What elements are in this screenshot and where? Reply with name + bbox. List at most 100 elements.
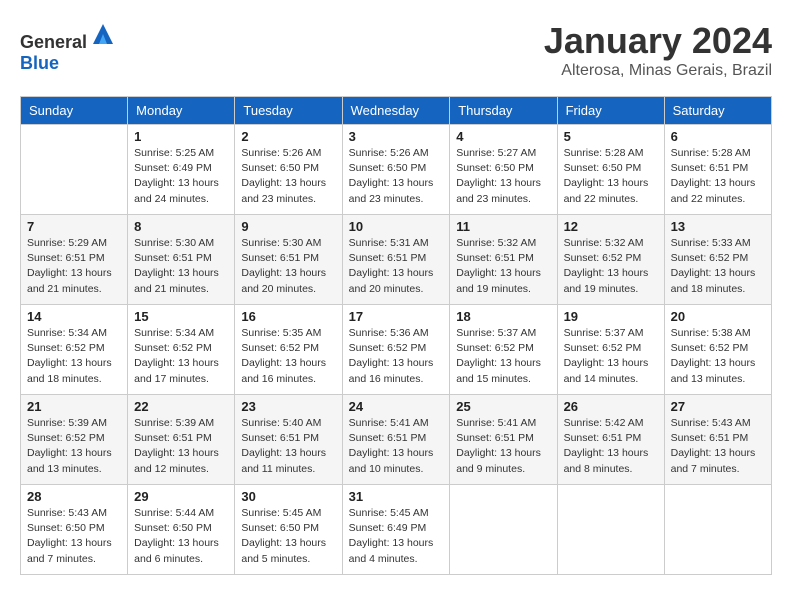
column-header-tuesday: Tuesday bbox=[235, 97, 342, 125]
logo: General Blue bbox=[20, 20, 117, 74]
calendar-cell: 27 Sunrise: 5:43 AMSunset: 6:51 PMDayligh… bbox=[664, 395, 771, 485]
calendar-cell: 7Sunrise: 5:29 AMSunset: 6:51 PMDaylight… bbox=[21, 215, 128, 305]
calendar-header-row: SundayMondayTuesdayWednesdayThursdayFrid… bbox=[21, 97, 772, 125]
calendar-cell: 15 Sunrise: 5:34 AMSunset: 6:52 PMDayligh… bbox=[128, 305, 235, 395]
day-number: 13 bbox=[671, 219, 765, 234]
day-number: 8 bbox=[134, 219, 228, 234]
day-info: Sunrise: 5:32 AMSunset: 6:51 PMDaylight:… bbox=[456, 236, 550, 297]
day-number: 17 bbox=[349, 309, 444, 324]
calendar-cell: 14 Sunrise: 5:34 AMSunset: 6:52 PMDayligh… bbox=[21, 305, 128, 395]
title-area: January 2024 Alterosa, Minas Gerais, Bra… bbox=[544, 20, 772, 80]
logo-text: General Blue bbox=[20, 20, 117, 74]
calendar-cell: 4 Sunrise: 5:27 AMSunset: 6:50 PMDaylight… bbox=[450, 125, 557, 215]
calendar-cell: 3 Sunrise: 5:26 AMSunset: 6:50 PMDaylight… bbox=[342, 125, 450, 215]
calendar-cell: 24 Sunrise: 5:41 AMSunset: 6:51 PMDayligh… bbox=[342, 395, 450, 485]
day-info: Sunrise: 5:40 AMSunset: 6:51 PMDaylight:… bbox=[241, 416, 335, 477]
location-subtitle: Alterosa, Minas Gerais, Brazil bbox=[544, 62, 772, 80]
calendar-cell: 23 Sunrise: 5:40 AMSunset: 6:51 PMDayligh… bbox=[235, 395, 342, 485]
calendar-cell: 6 Sunrise: 5:28 AMSunset: 6:51 PMDaylight… bbox=[664, 125, 771, 215]
day-number: 11 bbox=[456, 219, 550, 234]
day-number: 16 bbox=[241, 309, 335, 324]
day-info: Sunrise: 5:45 AMSunset: 6:49 PMDaylight:… bbox=[349, 506, 444, 567]
day-number: 12 bbox=[564, 219, 658, 234]
month-year-title: January 2024 bbox=[544, 20, 772, 62]
day-info: Sunrise: 5:25 AMSunset: 6:49 PMDaylight:… bbox=[134, 146, 228, 207]
calendar-cell bbox=[21, 125, 128, 215]
day-number: 20 bbox=[671, 309, 765, 324]
day-info: Sunrise: 5:45 AMSunset: 6:50 PMDaylight:… bbox=[241, 506, 335, 567]
day-info: Sunrise: 5:27 AMSunset: 6:50 PMDaylight:… bbox=[456, 146, 550, 207]
day-number: 27 bbox=[671, 399, 765, 414]
calendar-cell bbox=[450, 485, 557, 575]
calendar-table: SundayMondayTuesdayWednesdayThursdayFrid… bbox=[20, 96, 772, 575]
day-info: Sunrise: 5:33 AMSunset: 6:52 PMDaylight:… bbox=[671, 236, 765, 297]
day-info: Sunrise: 5:32 AMSunset: 6:52 PMDaylight:… bbox=[564, 236, 658, 297]
logo-blue: Blue bbox=[20, 53, 59, 73]
day-info: Sunrise: 5:35 AMSunset: 6:52 PMDaylight:… bbox=[241, 326, 335, 387]
day-number: 4 bbox=[456, 129, 550, 144]
day-number: 3 bbox=[349, 129, 444, 144]
column-header-monday: Monday bbox=[128, 97, 235, 125]
day-info: Sunrise: 5:31 AMSunset: 6:51 PMDaylight:… bbox=[349, 236, 444, 297]
day-info: Sunrise: 5:38 AMSunset: 6:52 PMDaylight:… bbox=[671, 326, 765, 387]
day-number: 22 bbox=[134, 399, 228, 414]
day-info: Sunrise: 5:41 AMSunset: 6:51 PMDaylight:… bbox=[456, 416, 550, 477]
calendar-cell: 30Sunrise: 5:45 AMSunset: 6:50 PMDayligh… bbox=[235, 485, 342, 575]
calendar-cell: 17 Sunrise: 5:36 AMSunset: 6:52 PMDayligh… bbox=[342, 305, 450, 395]
calendar-cell: 31 Sunrise: 5:45 AMSunset: 6:49 PMDayligh… bbox=[342, 485, 450, 575]
day-number: 6 bbox=[671, 129, 765, 144]
calendar-cell: 1Sunrise: 5:25 AMSunset: 6:49 PMDaylight… bbox=[128, 125, 235, 215]
day-info: Sunrise: 5:42 AMSunset: 6:51 PMDaylight:… bbox=[564, 416, 658, 477]
calendar-cell: 19Sunrise: 5:37 AMSunset: 6:52 PMDayligh… bbox=[557, 305, 664, 395]
day-info: Sunrise: 5:44 AMSunset: 6:50 PMDaylight:… bbox=[134, 506, 228, 567]
day-info: Sunrise: 5:43 AMSunset: 6:51 PMDaylight:… bbox=[671, 416, 765, 477]
day-info: Sunrise: 5:30 AMSunset: 6:51 PMDaylight:… bbox=[134, 236, 228, 297]
header: General Blue January 2024 Alterosa, Mina… bbox=[20, 20, 772, 80]
day-number: 14 bbox=[27, 309, 121, 324]
day-number: 5 bbox=[564, 129, 658, 144]
day-info: Sunrise: 5:28 AMSunset: 6:50 PMDaylight:… bbox=[564, 146, 658, 207]
day-info: Sunrise: 5:34 AMSunset: 6:52 PMDaylight:… bbox=[27, 326, 121, 387]
day-number: 29 bbox=[134, 489, 228, 504]
day-number: 28 bbox=[27, 489, 121, 504]
column-header-friday: Friday bbox=[557, 97, 664, 125]
calendar-cell: 26 Sunrise: 5:42 AMSunset: 6:51 PMDayligh… bbox=[557, 395, 664, 485]
calendar-cell: 22Sunrise: 5:39 AMSunset: 6:51 PMDayligh… bbox=[128, 395, 235, 485]
day-info: Sunrise: 5:37 AMSunset: 6:52 PMDaylight:… bbox=[564, 326, 658, 387]
day-number: 24 bbox=[349, 399, 444, 414]
calendar-week-row: 21Sunrise: 5:39 AMSunset: 6:52 PMDayligh… bbox=[21, 395, 772, 485]
day-info: Sunrise: 5:26 AMSunset: 6:50 PMDaylight:… bbox=[241, 146, 335, 207]
day-info: Sunrise: 5:41 AMSunset: 6:51 PMDaylight:… bbox=[349, 416, 444, 477]
calendar-cell: 28 Sunrise: 5:43 AMSunset: 6:50 PMDayligh… bbox=[21, 485, 128, 575]
column-header-sunday: Sunday bbox=[21, 97, 128, 125]
logo-icon bbox=[89, 20, 117, 48]
logo-general: General bbox=[20, 32, 87, 52]
day-info: Sunrise: 5:29 AMSunset: 6:51 PMDaylight:… bbox=[27, 236, 121, 297]
calendar-week-row: 1Sunrise: 5:25 AMSunset: 6:49 PMDaylight… bbox=[21, 125, 772, 215]
calendar-cell: 8 Sunrise: 5:30 AMSunset: 6:51 PMDaylight… bbox=[128, 215, 235, 305]
day-info: Sunrise: 5:28 AMSunset: 6:51 PMDaylight:… bbox=[671, 146, 765, 207]
day-info: Sunrise: 5:26 AMSunset: 6:50 PMDaylight:… bbox=[349, 146, 444, 207]
day-number: 23 bbox=[241, 399, 335, 414]
calendar-cell: 13 Sunrise: 5:33 AMSunset: 6:52 PMDayligh… bbox=[664, 215, 771, 305]
calendar-cell: 10Sunrise: 5:31 AMSunset: 6:51 PMDayligh… bbox=[342, 215, 450, 305]
day-number: 9 bbox=[241, 219, 335, 234]
day-info: Sunrise: 5:43 AMSunset: 6:50 PMDaylight:… bbox=[27, 506, 121, 567]
calendar-cell: 20 Sunrise: 5:38 AMSunset: 6:52 PMDayligh… bbox=[664, 305, 771, 395]
day-number: 25 bbox=[456, 399, 550, 414]
day-number: 18 bbox=[456, 309, 550, 324]
day-number: 31 bbox=[349, 489, 444, 504]
day-number: 26 bbox=[564, 399, 658, 414]
calendar-cell bbox=[557, 485, 664, 575]
calendar-cell: 9Sunrise: 5:30 AMSunset: 6:51 PMDaylight… bbox=[235, 215, 342, 305]
day-number: 2 bbox=[241, 129, 335, 144]
calendar-cell: 2 Sunrise: 5:26 AMSunset: 6:50 PMDaylight… bbox=[235, 125, 342, 215]
calendar-cell: 21Sunrise: 5:39 AMSunset: 6:52 PMDayligh… bbox=[21, 395, 128, 485]
day-info: Sunrise: 5:37 AMSunset: 6:52 PMDaylight:… bbox=[456, 326, 550, 387]
calendar-cell: 18 Sunrise: 5:37 AMSunset: 6:52 PMDayligh… bbox=[450, 305, 557, 395]
day-number: 15 bbox=[134, 309, 228, 324]
calendar-cell bbox=[664, 485, 771, 575]
day-info: Sunrise: 5:34 AMSunset: 6:52 PMDaylight:… bbox=[134, 326, 228, 387]
day-info: Sunrise: 5:36 AMSunset: 6:52 PMDaylight:… bbox=[349, 326, 444, 387]
column-header-wednesday: Wednesday bbox=[342, 97, 450, 125]
